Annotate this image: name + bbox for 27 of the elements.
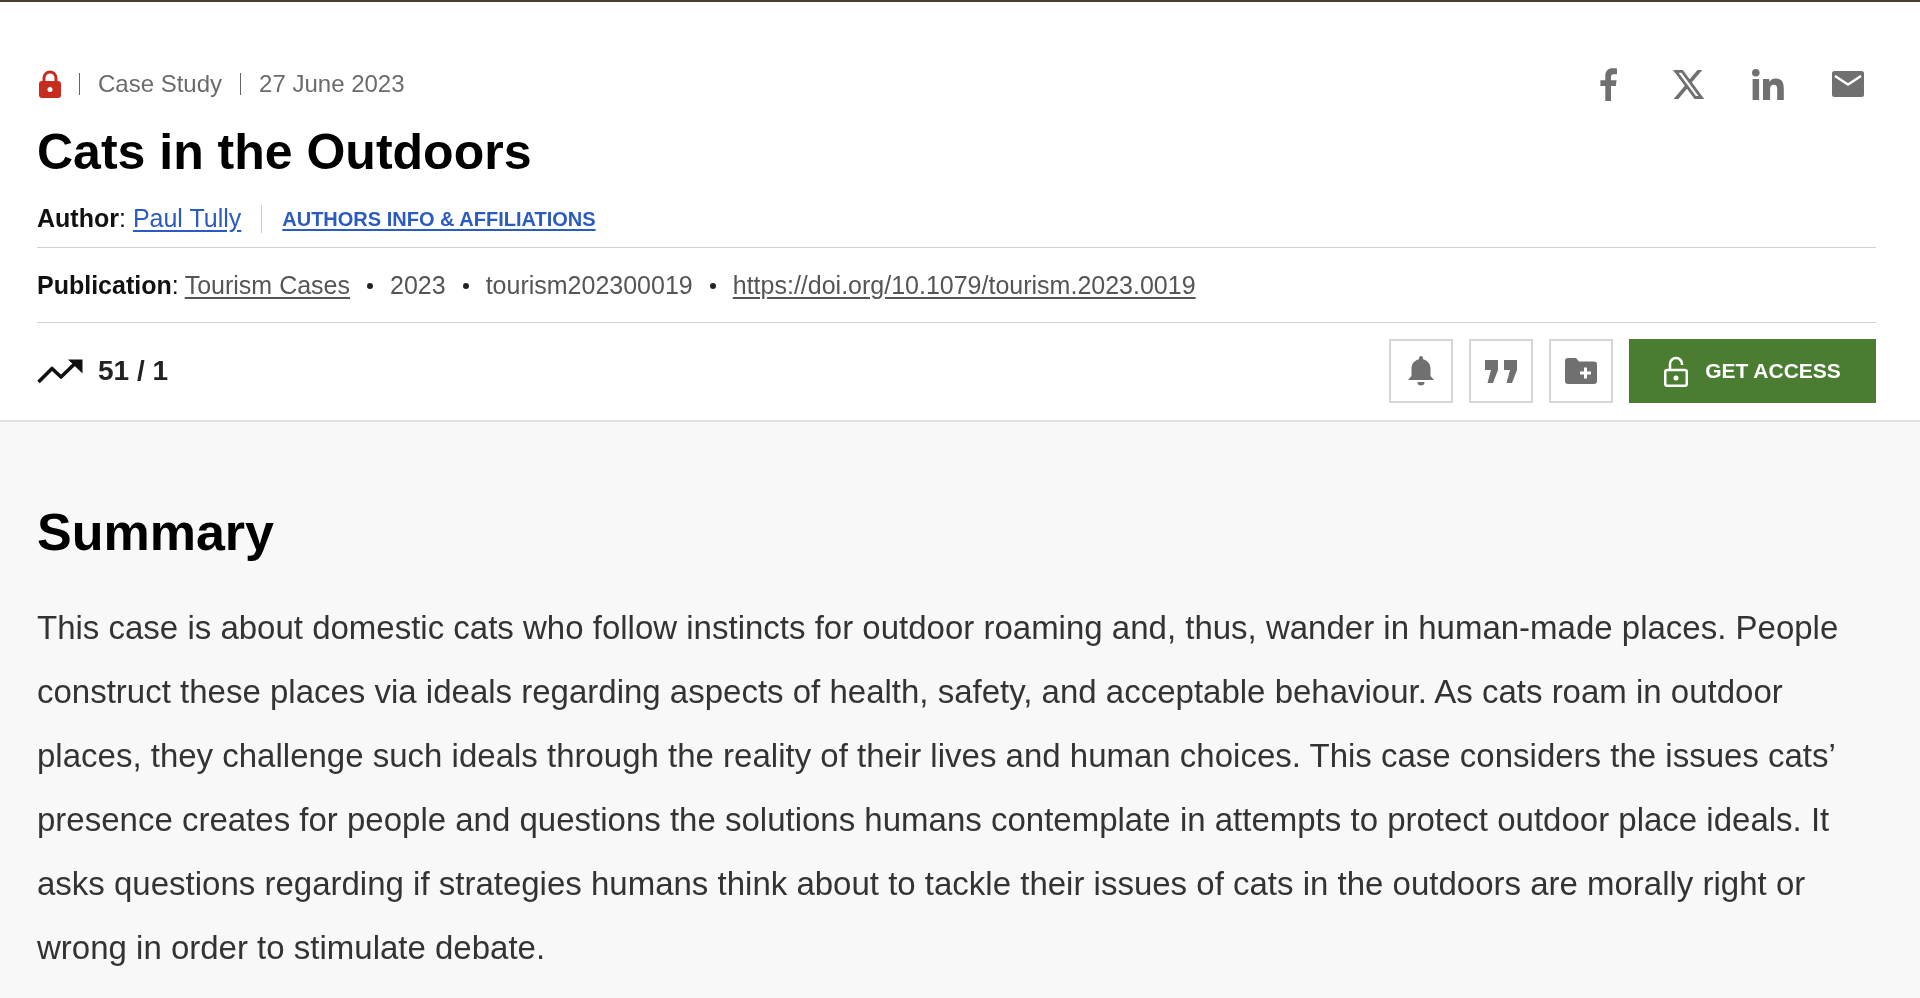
- author-link[interactable]: Paul Tully: [132, 200, 242, 238]
- facebook-icon[interactable]: [1600, 67, 1617, 101]
- authors-info-link[interactable]: AUTHORS INFO & AFFILIATIONS: [282, 204, 596, 234]
- mail-icon[interactable]: [1832, 71, 1864, 97]
- year-text: 2023: [390, 270, 446, 302]
- trend-up-icon: [37, 358, 83, 384]
- bell-icon: [1408, 356, 1434, 386]
- get-access-button[interactable]: GET ACCESS: [1629, 339, 1876, 403]
- quote-icon: [1485, 359, 1517, 383]
- bell-button[interactable]: [1389, 339, 1453, 403]
- metrics-count: 51 / 1: [98, 354, 169, 388]
- publication-date: 27 June 2023: [259, 69, 405, 99]
- x-logo-icon[interactable]: [1673, 69, 1704, 99]
- article-title: Cats in the Outdoors: [37, 124, 533, 180]
- content-type-label: Case Study: [98, 69, 223, 99]
- article-id-text: tourism202300019: [485, 270, 693, 302]
- padlock-icon: [1664, 355, 1689, 387]
- summary-heading: Summary: [37, 502, 275, 563]
- linkedin-icon[interactable]: [1752, 68, 1784, 100]
- quote-button[interactable]: [1469, 339, 1533, 403]
- summary-paragraph: This case is about domestic cats who follow instincts for outdoor roaming and, thus, wander in human-made places. People construct these places via ideals regarding aspects of health, safety, and acceptable behaviour. As cats roam in outdoor places, they challenge such ideals through the reality of their lives and human choices. This case considers the issues cats’ presence creates for people and questions the solutions humans contemplate in attempts to protect outdoor place ideals. It asks questions regarding if strategies humans think about to tackle their issues of cats in the outdoors are morally right or wrong in order to stimulate debate.: [37, 608, 1840, 968]
- add-to-folder-button[interactable]: [1549, 339, 1613, 403]
- doi-link[interactable]: https://doi.org/10.1079/tourism.2023.0019: [732, 267, 1196, 305]
- publication-label: Publication:: [37, 270, 179, 302]
- journal-link[interactable]: Tourism Cases: [184, 267, 350, 305]
- author-label: Author:: [37, 203, 126, 235]
- folder-plus-icon: [1565, 358, 1597, 384]
